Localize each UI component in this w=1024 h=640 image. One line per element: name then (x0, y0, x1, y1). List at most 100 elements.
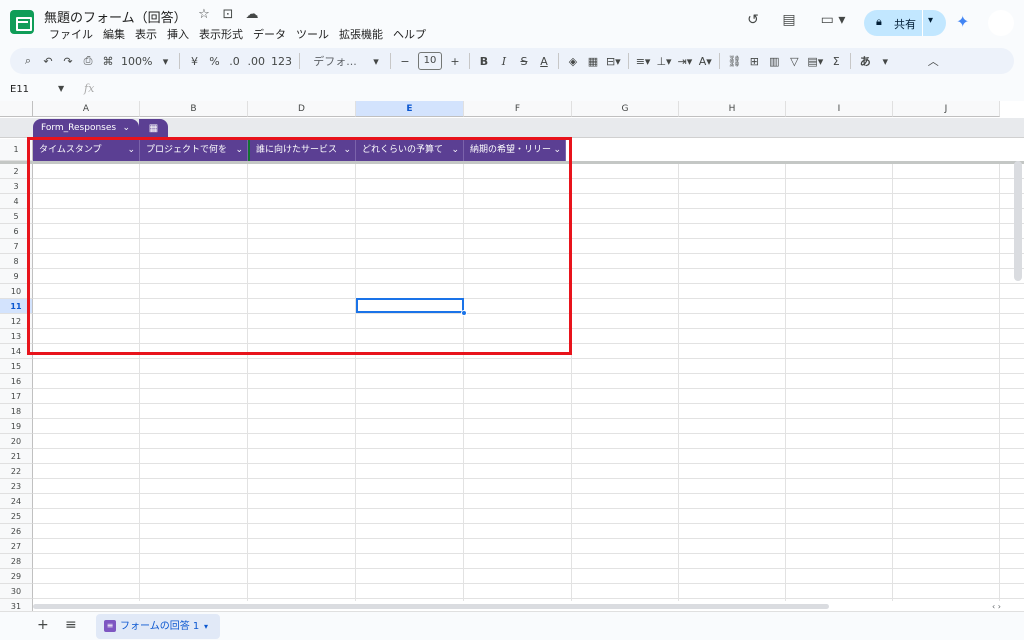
menu-view[interactable]: 表示 (130, 26, 162, 42)
name-box-caret-icon[interactable]: ▼ (58, 84, 64, 93)
scroll-arrows-icon[interactable]: ‹ › (992, 602, 1001, 611)
menu-format[interactable]: 表示形式 (194, 26, 248, 42)
row-header-23[interactable]: 23 (0, 479, 33, 494)
row-header-22[interactable]: 22 (0, 464, 33, 479)
horizontal-scrollbar[interactable] (33, 604, 829, 609)
redo-icon[interactable]: ↷ (58, 55, 78, 68)
row-gridline (33, 373, 1024, 374)
comment-icon[interactable]: ▤ (778, 12, 800, 28)
row-header-19[interactable]: 19 (0, 419, 33, 434)
row-header-18[interactable]: 18 (0, 404, 33, 419)
functions-icon[interactable]: Σ (826, 55, 846, 68)
insert-chart-icon[interactable]: ▥ (764, 55, 784, 68)
italic-button[interactable]: I (494, 55, 514, 68)
zoom-select[interactable]: 100% (118, 55, 155, 68)
vertical-scrollbar[interactable] (1014, 161, 1022, 281)
font-size-input[interactable]: 10 (417, 52, 442, 70)
bold-button[interactable]: B (474, 55, 494, 68)
menu-insert[interactable]: 挿入 (162, 26, 194, 42)
star-icon[interactable]: ☆ (196, 7, 212, 22)
print-icon[interactable]: ⎙ (78, 54, 98, 68)
select-all-corner[interactable] (0, 101, 33, 117)
column-header-e[interactable]: E (356, 101, 464, 117)
row-header-21[interactable]: 21 (0, 449, 33, 464)
document-title[interactable]: 無題のフォーム（回答） (44, 7, 187, 26)
input-tools-caret-icon[interactable]: ▾ (875, 55, 895, 68)
menu-extensions[interactable]: 拡張機能 (334, 26, 388, 42)
row-header-24[interactable]: 24 (0, 494, 33, 509)
meet-icon[interactable]: ▭ ▾ (816, 12, 850, 28)
sheet-tab-form-responses[interactable]: ≡ フォームの回答 1 ▾ (96, 614, 220, 639)
font-select[interactable]: デフォ... (304, 53, 366, 69)
column-header-a[interactable]: A (33, 101, 140, 117)
merge-cells-icon[interactable]: ⊟▾ (603, 55, 624, 68)
link-icon[interactable]: ⛓ (724, 55, 744, 68)
insert-comment-icon[interactable]: ⊞ (744, 55, 764, 68)
row-gridline (33, 493, 1024, 494)
increase-decimal-button[interactable]: .00 (244, 55, 268, 68)
column-header-g[interactable]: G (572, 101, 679, 117)
fill-color-icon[interactable]: ◈ (563, 55, 583, 68)
font-size-decrease-button[interactable]: − (395, 55, 415, 68)
text-rotation-icon[interactable]: A▾ (695, 55, 715, 68)
table-name-tab[interactable]: Form_Responses ⌄ (33, 119, 139, 138)
row-header-26[interactable]: 26 (0, 524, 33, 539)
search-icon[interactable]: ⌕ (18, 54, 38, 68)
table-view-icon[interactable]: ▦ (139, 119, 168, 138)
filter-icon[interactable]: ▽ (784, 55, 804, 68)
font-size-increase-button[interactable]: + (445, 55, 465, 68)
column-header-i[interactable]: I (786, 101, 893, 117)
row-header-17[interactable]: 17 (0, 389, 33, 404)
column-header-f[interactable]: F (464, 101, 572, 117)
currency-button[interactable]: ¥ (184, 55, 204, 68)
text-color-button[interactable]: A (534, 55, 554, 68)
column-header-d[interactable]: D (248, 101, 356, 117)
sheet-grid[interactable]: A B D E F G H I J Form_Responses ⌄ ▦ 123… (0, 101, 1024, 611)
percent-button[interactable]: % (204, 55, 224, 68)
gemini-icon[interactable]: ✦ (956, 12, 969, 31)
menu-help[interactable]: ヘルプ (388, 26, 431, 42)
add-sheet-button[interactable]: + (37, 617, 49, 633)
table-menu-chevron-icon[interactable]: ⌄ (122, 119, 130, 138)
horizontal-align-icon[interactable]: ≡▾ (633, 55, 654, 68)
row-header-28[interactable]: 28 (0, 554, 33, 569)
column-header-h[interactable]: H (679, 101, 786, 117)
collapse-toolbar-icon[interactable]: ︿ (923, 53, 943, 69)
decrease-decimal-button[interactable]: .0 (224, 55, 244, 68)
menu-file[interactable]: ファイル (44, 26, 98, 42)
row-header-31[interactable]: 31 (0, 599, 33, 611)
filter-views-icon[interactable]: ▤▾ (804, 55, 826, 68)
row-header-20[interactable]: 20 (0, 434, 33, 449)
history-icon[interactable]: ↺ (742, 12, 764, 28)
avatar[interactable] (988, 10, 1014, 36)
strikethrough-button[interactable]: S (514, 55, 534, 68)
folder-move-icon[interactable]: ⊡ (220, 7, 236, 22)
row-header-30[interactable]: 30 (0, 584, 33, 599)
sheets-logo-icon[interactable] (10, 10, 34, 34)
sheet-tab-caret-icon[interactable]: ▾ (204, 614, 208, 639)
column-header-b[interactable]: B (140, 101, 248, 117)
menu-data[interactable]: データ (248, 26, 291, 42)
row-header-16[interactable]: 16 (0, 374, 33, 389)
paint-format-icon[interactable]: ⌘ (98, 55, 118, 68)
font-caret-icon[interactable]: ▾ (366, 55, 386, 68)
input-tools-button[interactable]: あ (855, 53, 875, 69)
menu-tools[interactable]: ツール (291, 26, 334, 42)
all-sheets-button[interactable]: ≡ (65, 617, 77, 633)
number-format-button[interactable]: 123 (268, 55, 295, 68)
undo-icon[interactable]: ↶ (38, 55, 58, 68)
column-header-j[interactable]: J (893, 101, 1000, 117)
row-header-15[interactable]: 15 (0, 359, 33, 374)
cloud-saved-icon[interactable]: ☁ (244, 7, 260, 22)
vertical-align-icon[interactable]: ⊥▾ (653, 55, 674, 68)
menu-edit[interactable]: 編集 (98, 26, 130, 42)
share-divider (922, 10, 923, 36)
row-header-27[interactable]: 27 (0, 539, 33, 554)
text-wrap-icon[interactable]: ⇥▾ (675, 55, 696, 68)
row-header-29[interactable]: 29 (0, 569, 33, 584)
share-caret-icon[interactable]: ▾ (928, 15, 933, 26)
row-header-25[interactable]: 25 (0, 509, 33, 524)
share-button[interactable]: 🔒︎ 共有 ▾ (864, 10, 946, 36)
borders-icon[interactable]: ▦ (583, 55, 603, 68)
zoom-caret-icon[interactable]: ▾ (155, 55, 175, 68)
